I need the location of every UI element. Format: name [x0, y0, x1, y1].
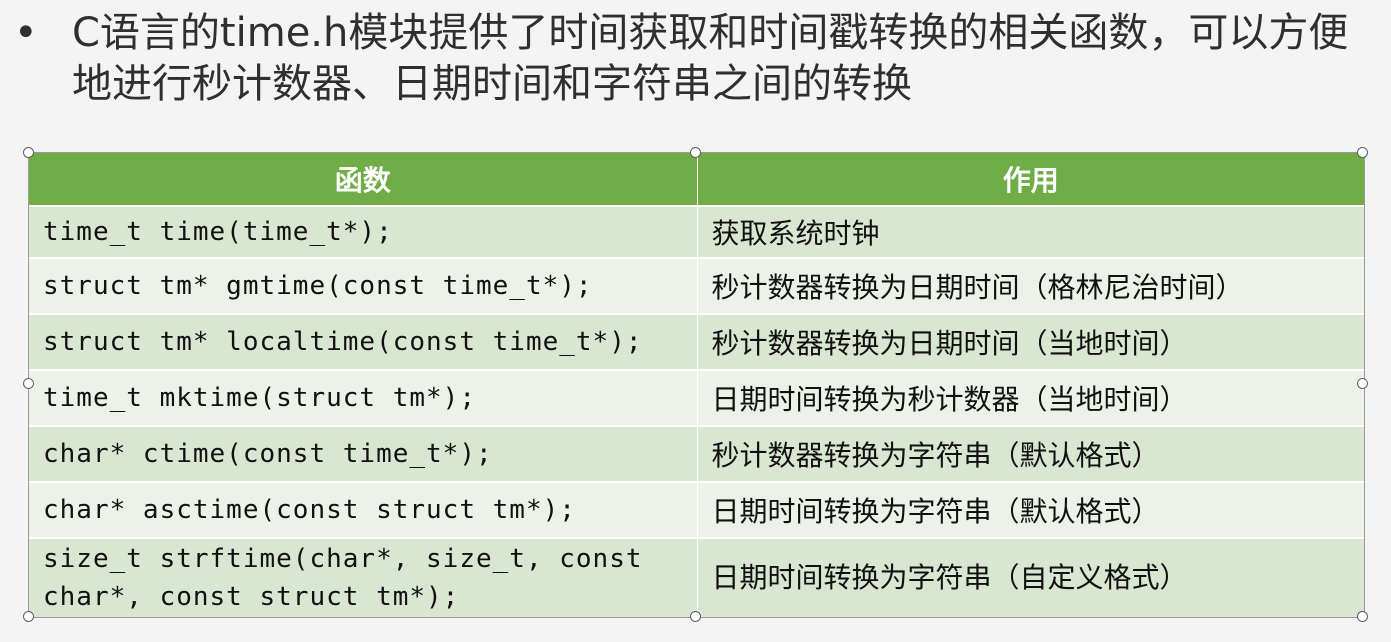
resize-handle-top-left[interactable]: [23, 147, 34, 158]
cell-description[interactable]: 日期时间转换为字符串（自定义格式）: [697, 537, 1364, 617]
cell-description[interactable]: 获取系统时钟: [697, 205, 1364, 258]
table-row: struct tm* localtime(const time_t*); 秒计数…: [29, 313, 1364, 370]
function-table[interactable]: 函数 作用 time_t time(time_t*); 获取系统时钟 struc…: [29, 153, 1364, 617]
table-row: size_t strftime(char*, size_t, const cha…: [29, 537, 1364, 617]
cell-function[interactable]: time_t mktime(struct tm*);: [29, 369, 698, 426]
resize-handle-top-right[interactable]: [1357, 147, 1368, 158]
header-function[interactable]: 函数: [29, 153, 698, 206]
bullet-text[interactable]: C语言的time.h模块提供了时间获取和时间戳转换的相关函数，可以方便地进行秒计…: [72, 8, 1362, 110]
header-purpose[interactable]: 作用: [697, 153, 1364, 206]
cell-function[interactable]: size_t strftime(char*, size_t, const cha…: [29, 537, 698, 617]
bullet-dot-icon: •: [14, 10, 38, 56]
table-row: time_t mktime(struct tm*); 日期时间转换为秒计数器（当…: [29, 369, 1364, 426]
resize-handle-bottom-right[interactable]: [1357, 611, 1368, 622]
resize-handle-middle-left[interactable]: [23, 378, 34, 389]
slide: • C语言的time.h模块提供了时间获取和时间戳转换的相关函数，可以方便地进行…: [0, 0, 1391, 642]
cell-function[interactable]: char* ctime(const time_t*);: [29, 425, 698, 482]
cell-description[interactable]: 日期时间转换为字符串（默认格式）: [697, 481, 1364, 538]
cell-description[interactable]: 日期时间转换为秒计数器（当地时间）: [697, 369, 1364, 426]
function-table-frame[interactable]: 函数 作用 time_t time(time_t*); 获取系统时钟 struc…: [28, 152, 1365, 618]
resize-handle-bottom-middle[interactable]: [690, 611, 701, 622]
table-header-row: 函数 作用: [29, 153, 1364, 206]
cell-description[interactable]: 秒计数器转换为字符串（默认格式）: [697, 425, 1364, 482]
cell-function[interactable]: char* asctime(const struct tm*);: [29, 481, 698, 538]
cell-function[interactable]: time_t time(time_t*);: [29, 205, 698, 258]
cell-function[interactable]: struct tm* gmtime(const time_t*);: [29, 257, 698, 314]
resize-handle-middle-right[interactable]: [1357, 378, 1368, 389]
cell-description[interactable]: 秒计数器转换为日期时间（当地时间）: [697, 313, 1364, 370]
cell-function[interactable]: struct tm* localtime(const time_t*);: [29, 313, 698, 370]
table-row: char* asctime(const struct tm*); 日期时间转换为…: [29, 481, 1364, 538]
table-row: time_t time(time_t*); 获取系统时钟: [29, 205, 1364, 258]
table-row: struct tm* gmtime(const time_t*); 秒计数器转换…: [29, 257, 1364, 314]
table-row: char* ctime(const time_t*); 秒计数器转换为字符串（默…: [29, 425, 1364, 482]
resize-handle-top-middle[interactable]: [690, 147, 701, 158]
cell-description[interactable]: 秒计数器转换为日期时间（格林尼治时间）: [697, 257, 1364, 314]
resize-handle-bottom-left[interactable]: [23, 611, 34, 622]
